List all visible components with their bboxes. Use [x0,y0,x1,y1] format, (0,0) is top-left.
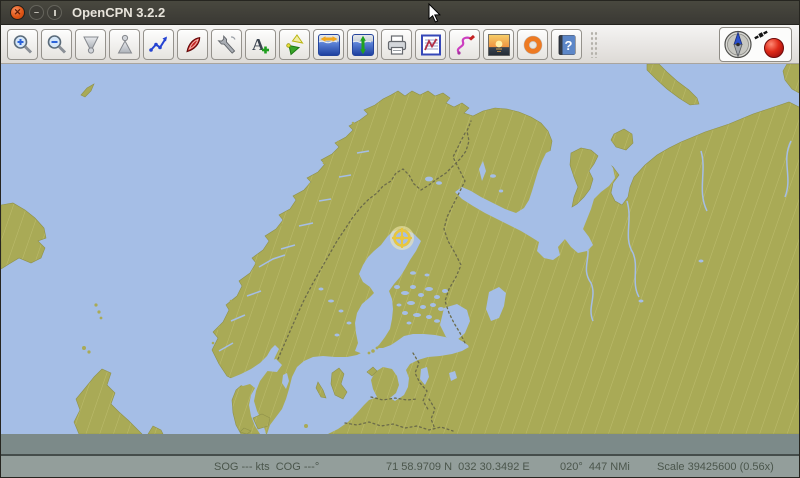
gps-satellite-icon [754,30,768,40]
cone-up-icon [113,33,137,57]
mouse-cursor-icon [428,3,442,23]
change-color-scheme-button[interactable] [483,29,514,60]
help-button[interactable]: ? [551,29,582,60]
cone-down-icon [79,33,103,57]
gps-status-ball-icon [765,39,784,58]
route-list-icon [419,33,443,57]
text-a-plus-icon: A [249,33,273,57]
help-book-icon: ? [555,33,579,57]
show-enc-text-button[interactable]: A [245,29,276,60]
chart-selector-bar [1,434,799,456]
tides-arrow-icon [351,33,375,57]
show-ais-targets-button[interactable] [279,29,310,60]
bearing-distance-readout: 020° 447 NMi [560,461,630,473]
window-title: OpenCPN 3.2.2 [72,5,165,20]
man-overboard-button[interactable] [517,29,548,60]
track-s-curve-icon [453,33,477,57]
titlebar[interactable]: ✕ – OpenCPN 3.2.2 [1,1,799,25]
currents-arrows-icon [317,33,341,57]
scale-chart-down-button[interactable] [75,29,106,60]
zoom-out-button[interactable] [41,29,72,60]
chart-scale-readout: Scale 39425600 (0.56x) [657,461,774,473]
lifebuoy-icon [521,33,545,57]
compass-rose-icon[interactable] [725,32,751,58]
printer-icon [385,33,409,57]
sunset-icon [487,33,511,57]
options-button[interactable] [211,29,242,60]
compass-toolbar [719,27,792,62]
chart-canvas[interactable] [1,64,800,434]
print-chart-button[interactable] [381,29,412,60]
create-route-button[interactable] [143,29,174,60]
close-button[interactable]: ✕ [10,5,25,20]
scale-chart-up-button[interactable] [109,29,140,60]
magnifier-minus-icon [45,33,69,57]
show-currents-button[interactable] [313,29,344,60]
svg-text:?: ? [565,38,573,53]
magnifier-plus-icon [11,33,35,57]
zoom-in-button[interactable] [7,29,38,60]
ais-cones-icon [283,33,307,57]
toggle-tracking-button[interactable] [449,29,480,60]
auto-follow-button[interactable] [177,29,208,60]
opencpn-window: ✕ – OpenCPN 3.2.2 [0,0,800,478]
statusbar: SOG --- kts COG ---° 71 58.9709 N 032 30… [1,456,799,478]
sog-cog-readout: SOG --- kts COG ---° [214,461,319,473]
route-manager-button[interactable] [415,29,446,60]
cursor-position-readout: 71 58.9709 N 032 30.3492 E [386,461,530,473]
red-boat-icon [181,33,205,57]
route-polyline-icon [147,33,171,57]
minimize-button[interactable]: – [29,5,44,20]
maximize-button[interactable] [47,5,62,20]
main-toolbar: A [1,25,799,64]
ownship-marker [392,228,413,249]
wrench-icon [215,33,239,57]
toolbar-drag-handle[interactable] [590,31,599,58]
show-tides-button[interactable] [347,29,378,60]
